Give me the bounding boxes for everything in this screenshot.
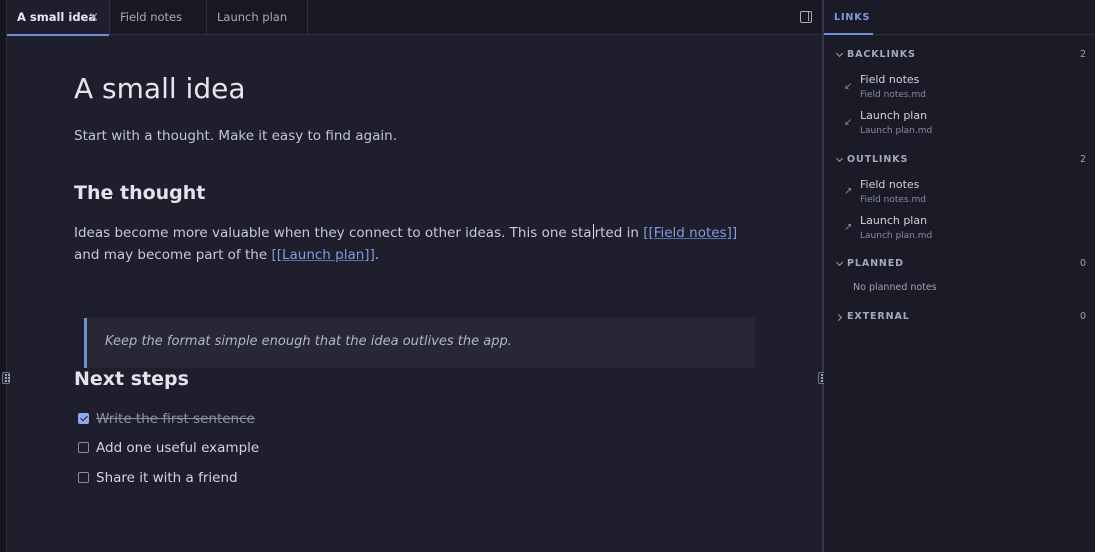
- link-title: Field notes: [860, 73, 920, 86]
- link-title: Launch plan: [860, 214, 928, 227]
- panel-header: LINKS: [824, 0, 1095, 35]
- blockquote: Keep the format simple enough that the i…: [84, 318, 755, 368]
- link-filename: Field notes.md: [860, 195, 926, 205]
- incoming-arrow-icon: ↙: [844, 81, 853, 92]
- empty-state-text: No planned notes: [853, 282, 937, 293]
- tab-bar: A small idea × Field notes Launch plan: [7, 0, 823, 36]
- page-title: A small idea: [74, 72, 246, 105]
- section-label: BACKLINKS: [847, 49, 916, 60]
- outgoing-arrow-icon: ↗: [844, 222, 853, 233]
- section-count: 2: [1079, 154, 1086, 165]
- outgoing-arrow-icon: ↗: [844, 186, 853, 197]
- backlink-item[interactable]: ↙ Launch plan Launch plan.md: [844, 109, 1084, 141]
- section-count: 2: [1079, 49, 1086, 60]
- outlink-item[interactable]: ↗ Launch plan Launch plan.md: [844, 214, 1084, 246]
- link-title: Field notes: [860, 178, 920, 191]
- section-label: PLANNED: [847, 258, 904, 269]
- chevron-down-icon: [836, 154, 846, 166]
- tab-label: Field notes: [120, 10, 183, 24]
- section-outlinks[interactable]: OUTLINKS 2: [836, 154, 1086, 168]
- section-backlinks[interactable]: BACKLINKS 2: [836, 49, 1086, 63]
- intro-paragraph: Start with a thought. Make it easy to fi…: [74, 128, 397, 144]
- tab-label: Launch plan: [217, 10, 288, 24]
- tab-a-small-idea[interactable]: A small idea ×: [7, 0, 110, 36]
- paragraph-text: rted in: [594, 225, 644, 241]
- left-gutter: [0, 0, 7, 552]
- toggle-sidebar-icon[interactable]: [800, 11, 812, 23]
- link-filename: Launch plan.md: [860, 231, 933, 241]
- tab-label: A small idea: [17, 10, 97, 24]
- tab-field-notes[interactable]: Field notes: [110, 0, 207, 35]
- outlink-item[interactable]: ↗ Field notes Field notes.md: [844, 178, 1084, 210]
- backlink-item[interactable]: ↙ Field notes Field notes.md: [844, 73, 1084, 105]
- link-title: Launch plan: [860, 109, 928, 122]
- panel-tab-links[interactable]: LINKS: [834, 12, 870, 23]
- heading-next-steps: Next steps: [74, 368, 189, 390]
- task-text: Write the first sentence: [96, 411, 255, 427]
- paragraph-text: and may become part of the: [74, 247, 272, 263]
- tab-launch-plan[interactable]: Launch plan: [207, 0, 308, 35]
- section-count: 0: [1079, 258, 1086, 269]
- link-filename: Field notes.md: [860, 90, 926, 100]
- paragraph-text: Ideas become more valuable when they con…: [74, 225, 592, 241]
- left-resize-handle[interactable]: [2, 372, 10, 384]
- task-text: Share it with a friend: [96, 470, 238, 486]
- close-icon[interactable]: ×: [88, 0, 99, 35]
- task-checkbox[interactable]: [78, 413, 89, 424]
- heading-the-thought: The thought: [74, 182, 206, 204]
- chevron-down-icon: [836, 258, 846, 270]
- section-label: EXTERNAL: [847, 311, 910, 322]
- task-text: Add one useful example: [96, 440, 260, 456]
- links-panel: LINKS BACKLINKS 2 ↙ Field notes Field no…: [824, 0, 1095, 552]
- wikilink-launch-plan[interactable]: [[Launch plan]]: [271, 247, 374, 263]
- text-caret: [592, 224, 594, 239]
- active-tab-indicator: [824, 33, 873, 35]
- section-planned[interactable]: PLANNED 0: [836, 258, 1086, 272]
- paragraph-text: .: [374, 247, 380, 263]
- app-window: A small idea × Field notes Launch plan A…: [0, 0, 1100, 552]
- task-checkbox[interactable]: [78, 472, 89, 483]
- editor-pane[interactable]: A small idea Start with a thought. Make …: [7, 36, 823, 552]
- body-paragraph[interactable]: Ideas become more valuable when they con…: [74, 222, 764, 266]
- incoming-arrow-icon: ↙: [844, 117, 853, 128]
- quote-text: Keep the format simple enough that the i…: [105, 334, 512, 349]
- section-count: 0: [1079, 311, 1086, 322]
- link-filename: Launch plan.md: [860, 126, 933, 136]
- section-external[interactable]: EXTERNAL 0: [836, 311, 1086, 325]
- chevron-down-icon: [836, 49, 846, 61]
- window-edge: [1095, 0, 1100, 552]
- section-label: OUTLINKS: [847, 154, 909, 165]
- task-checkbox[interactable]: [78, 442, 89, 453]
- chevron-right-icon: [836, 311, 846, 323]
- wikilink-field-notes[interactable]: [[Field notes]]: [643, 225, 737, 241]
